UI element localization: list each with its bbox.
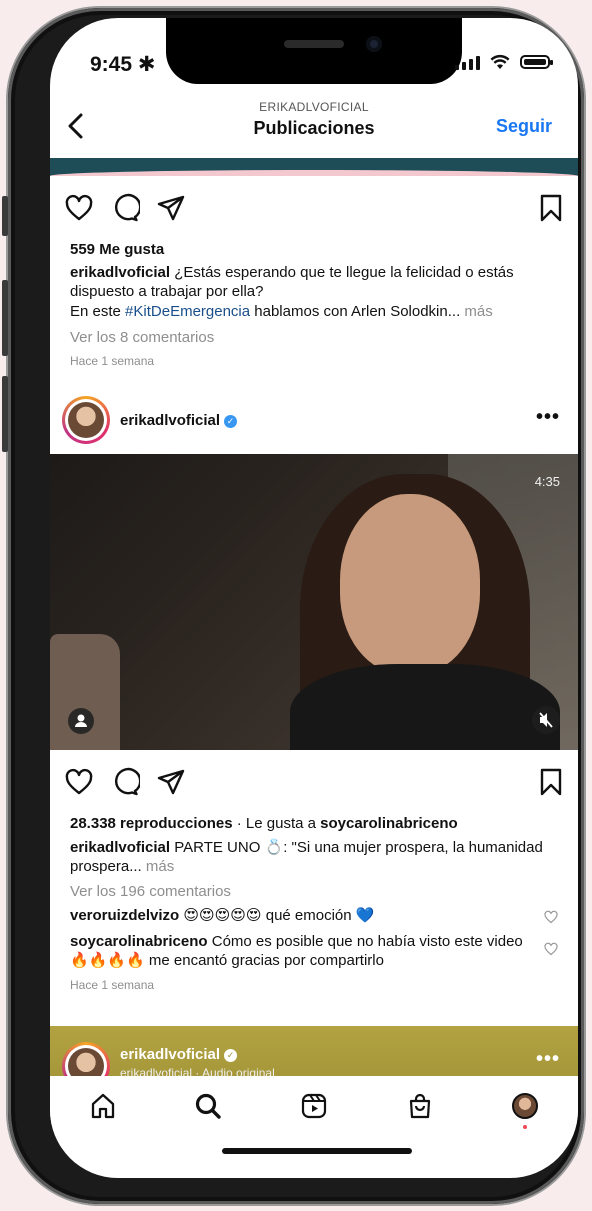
heart-icon[interactable] <box>64 767 94 797</box>
post1-view-comments[interactable]: Ver los 8 comentarios <box>70 328 558 347</box>
comment-user[interactable]: veroruizdelvizo <box>70 907 179 924</box>
bottom-tab-bar <box>50 1076 578 1136</box>
post1-more-link[interactable]: más <box>464 303 492 320</box>
previous-post-image[interactable] <box>50 158 578 176</box>
post1-caption-line2: En este #KitDeEmergencia hablamos con Ar… <box>70 303 493 320</box>
share-icon[interactable] <box>156 767 186 797</box>
heart-icon[interactable] <box>544 942 558 956</box>
volume-up-button <box>2 280 8 356</box>
camera <box>366 36 382 52</box>
shop-icon <box>409 1093 430 1119</box>
post1-time: Hace 1 semana <box>70 354 155 368</box>
search-icon <box>196 1093 222 1119</box>
post1-caption-user[interactable]: erikadlvoficial <box>70 264 170 281</box>
tab-search[interactable] <box>193 1091 223 1121</box>
home-icon <box>91 1093 114 1119</box>
post2-username[interactable]: erikadlvoficial ✓ <box>120 412 238 429</box>
post3-username[interactable]: erikadlvoficial ✓ <box>120 1046 238 1063</box>
tab-shop[interactable] <box>405 1091 435 1121</box>
post1-likes[interactable]: 559 Me gusta <box>70 240 558 259</box>
status-icons <box>455 54 553 70</box>
top-bar: ERIKADLVOFICIAL Publicaciones Seguir <box>50 98 578 158</box>
share-icon[interactable] <box>156 193 186 223</box>
liked-by-user[interactable]: soycarolinabriceno <box>320 815 458 832</box>
post2-time: Hace 1 semana <box>70 978 155 992</box>
post2-more-link[interactable]: más <box>146 858 174 875</box>
comment-user[interactable]: soycarolinabriceno <box>70 933 208 950</box>
verified-icon: ✓ <box>224 415 238 428</box>
tab-home[interactable] <box>88 1091 118 1121</box>
verified-icon: ✓ <box>224 1049 238 1062</box>
battery-icon <box>520 55 553 69</box>
post2-header: erikadlvoficial ✓ ••• <box>50 396 578 452</box>
status-time: 9:45 ✱ <box>90 53 156 76</box>
comment-icon[interactable] <box>110 193 140 223</box>
signal-icon <box>455 54 480 70</box>
follow-button[interactable]: Seguir <box>496 116 552 137</box>
tab-reels[interactable] <box>299 1091 329 1121</box>
more-options-icon[interactable]: ••• <box>536 406 560 429</box>
mute-icon[interactable] <box>532 706 560 734</box>
post1-caption: erikadlvoficial ¿Estás esperando que te … <box>70 263 558 301</box>
heart-icon[interactable] <box>64 193 94 223</box>
video-duration: 4:35 <box>534 474 560 489</box>
post2-caption: erikadlvoficial PARTE UNO 💍: "Si una muj… <box>70 839 543 875</box>
wifi-icon <box>490 54 510 69</box>
reels-icon <box>301 1093 327 1119</box>
post2-caption-user[interactable]: erikadlvoficial <box>70 839 170 856</box>
hashtag-link[interactable]: #KitDeEmergencia <box>125 303 250 320</box>
bluetooth-icon: ✱ <box>137 53 156 76</box>
speaker <box>284 40 344 48</box>
mute-switch <box>2 196 8 236</box>
volume-down-button <box>2 376 8 452</box>
comment-2: soycarolinabriceno Cómo es posible que n… <box>70 933 523 969</box>
post2-video[interactable]: 4:35 <box>50 454 578 750</box>
avatar[interactable] <box>62 396 110 444</box>
home-indicator[interactable] <box>222 1148 412 1154</box>
bookmark-icon[interactable] <box>538 767 564 797</box>
tagged-user-icon[interactable] <box>68 708 94 734</box>
post2-actions <box>64 762 564 802</box>
post1-actions <box>64 188 564 228</box>
notch <box>166 18 462 84</box>
account-name: ERIKADLVOFICIAL <box>259 100 369 114</box>
notification-dot <box>523 1125 528 1129</box>
profile-avatar <box>512 1093 539 1119</box>
post2-view-comments[interactable]: Ver los 196 comentarios <box>70 882 558 901</box>
more-options-icon[interactable]: ••• <box>536 1048 560 1071</box>
views-count[interactable]: 28.338 reproducciones <box>70 815 233 832</box>
heart-icon[interactable] <box>544 910 558 924</box>
screen: 9:45 ✱ ERIKADLVOFICIAL Publicaciones Seg… <box>50 18 578 1178</box>
comment-1: veroruizdelvizo 😍😍😍😍😍 qué emoción 💙 <box>70 907 375 924</box>
post2-views: 28.338 reproducciones · Le gusta a soyca… <box>70 815 458 832</box>
bookmark-icon[interactable] <box>538 193 564 223</box>
tab-profile[interactable] <box>510 1091 540 1129</box>
comment-icon[interactable] <box>110 767 140 797</box>
